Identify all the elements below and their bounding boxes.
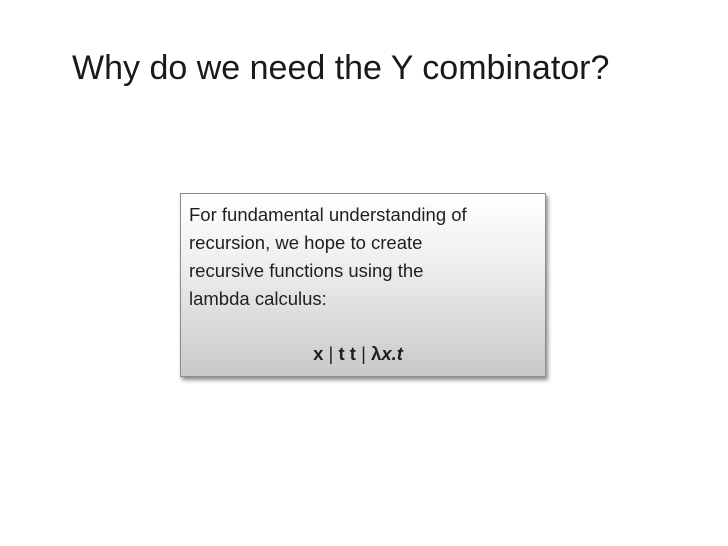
- callout-line-1: For fundamental understanding of: [189, 204, 467, 225]
- grammar-separator-2: |: [355, 343, 372, 364]
- lambda-grammar: x | t t | λx.t: [189, 342, 535, 366]
- slide: Why do we need the Y combinator? For fun…: [0, 0, 728, 546]
- callout-line-3: recursive functions using the: [189, 260, 424, 281]
- grammar-lambda-symbol: λ: [371, 343, 382, 364]
- callout-text: For fundamental understanding of recursi…: [189, 201, 535, 313]
- grammar-separator-1: |: [323, 343, 339, 364]
- grammar-application: t t: [338, 343, 356, 364]
- callout-box: For fundamental understanding of recursi…: [180, 193, 546, 377]
- grammar-abstraction-body: x.t: [381, 343, 403, 364]
- callout-line-2: recursion, we hope to create: [189, 232, 423, 253]
- slide-title: Why do we need the Y combinator?: [72, 49, 610, 87]
- callout-line-4: lambda calculus:: [189, 288, 327, 309]
- grammar-variable: x: [313, 343, 324, 364]
